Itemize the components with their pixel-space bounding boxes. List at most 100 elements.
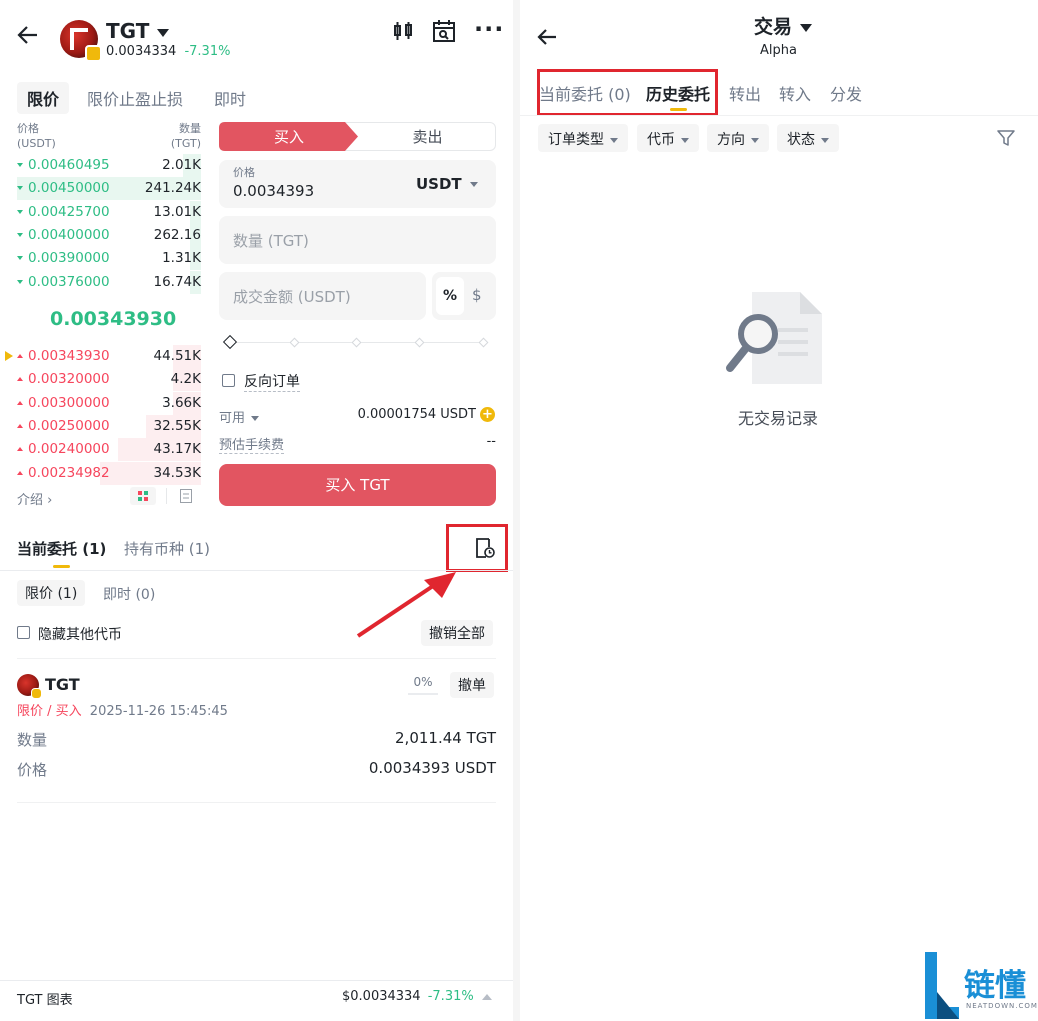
bid-row[interactable]: 0.00390000 1.31K bbox=[17, 247, 201, 271]
ask-qty: 44.51K bbox=[153, 348, 201, 364]
ask-qty: 43.17K bbox=[153, 441, 201, 458]
bid-row[interactable]: 0.00450000 241.24K bbox=[17, 177, 201, 201]
caret-down-icon bbox=[610, 137, 618, 143]
subtab-instant[interactable]: 即时 (0) bbox=[103, 584, 155, 604]
highlight-box-tabs bbox=[537, 69, 718, 116]
bid-price-cell: 0.00425700 bbox=[17, 204, 110, 220]
filter-order-type[interactable]: 订单类型 bbox=[538, 124, 628, 152]
slider-tick-50[interactable] bbox=[351, 337, 362, 348]
bid-row[interactable]: 0.00376000 16.74K bbox=[17, 270, 201, 294]
more-icon[interactable]: ··· bbox=[474, 17, 504, 41]
bid-row[interactable]: 0.00460495 2.01K bbox=[17, 154, 201, 177]
amount-slider-handle[interactable] bbox=[222, 334, 238, 350]
bid-price-cell: 0.00450000 bbox=[17, 180, 110, 196]
ask-qty: 4.2K bbox=[170, 371, 201, 388]
divider bbox=[17, 802, 496, 803]
quote-selector[interactable]: USDT bbox=[416, 175, 478, 193]
tab-instant[interactable]: 即时 bbox=[214, 86, 246, 110]
up-triangle-icon bbox=[17, 400, 23, 405]
tab-limit[interactable]: 限价 bbox=[17, 82, 70, 114]
down-triangle-icon bbox=[17, 279, 23, 284]
slider-tick-100[interactable] bbox=[478, 337, 489, 348]
sell-tab[interactable]: 卖出 bbox=[359, 126, 496, 147]
reverse-order-label[interactable]: 反向订单 bbox=[244, 371, 300, 392]
percent-mode-button[interactable]: % bbox=[436, 277, 464, 315]
token-selector[interactable]: TGT bbox=[106, 19, 170, 43]
ask-row[interactable]: 0.00240000 43.17K bbox=[17, 438, 201, 462]
ask-row[interactable]: 0.00320000 4.2K bbox=[17, 368, 201, 392]
bid-price: 0.00460495 bbox=[28, 157, 110, 173]
bid-price: 0.00390000 bbox=[28, 250, 110, 267]
dollar-mode-button[interactable]: $ bbox=[472, 286, 482, 304]
amount-field[interactable]: 成交金额 (USDT) bbox=[219, 272, 426, 320]
divider bbox=[166, 488, 167, 504]
tab-distribution[interactable]: 分发 bbox=[830, 81, 862, 105]
ask-row[interactable]: 0.00343930 44.51K bbox=[17, 345, 201, 368]
available-label-text: 可用 bbox=[219, 411, 246, 426]
ask-row[interactable]: 0.00234982 34.53K bbox=[17, 461, 201, 485]
bid-qty: 1.31K bbox=[162, 250, 201, 267]
ask-price: 0.00240000 bbox=[28, 441, 110, 458]
down-triangle-icon bbox=[17, 209, 23, 214]
ask-price: 0.00234982 bbox=[28, 464, 110, 481]
chain-badge-icon bbox=[85, 45, 102, 62]
quote-label: USDT bbox=[416, 175, 462, 193]
caret-down-icon bbox=[821, 137, 829, 143]
chart-footer-price-row: $0.0034334 -7.31% bbox=[342, 989, 474, 1004]
filter-funnel-icon[interactable] bbox=[997, 129, 1015, 147]
ask-price-cell: 0.00320000 bbox=[17, 371, 110, 387]
ask-row[interactable]: 0.00250000 32.55K bbox=[17, 414, 201, 438]
filter-token[interactable]: 代币 bbox=[637, 124, 699, 152]
book-view-list-icon[interactable] bbox=[180, 489, 192, 503]
book-qty-unit: (TGT) bbox=[170, 137, 201, 150]
ask-row[interactable]: 0.00300000 3.66K bbox=[17, 391, 201, 415]
tab-stop-limit[interactable]: 限价止盈止损 bbox=[87, 86, 183, 110]
buy-tab[interactable]: 买入 bbox=[219, 126, 359, 147]
order-type: 限价 / 买入 bbox=[17, 704, 82, 719]
fee-value: -- bbox=[486, 434, 496, 449]
ask-qty: 34.53K bbox=[153, 464, 201, 481]
tab-transfer-out[interactable]: 转出 bbox=[729, 81, 761, 105]
bid-row[interactable]: 0.00400000 262.16 bbox=[17, 223, 201, 247]
calendar-search-icon[interactable] bbox=[432, 19, 456, 43]
tab-holdings[interactable]: 持有币种 (1) bbox=[124, 538, 210, 559]
mid-price[interactable]: 0.00343930 bbox=[50, 308, 176, 330]
filter-order-type-label: 订单类型 bbox=[548, 132, 604, 148]
ask-price: 0.00300000 bbox=[28, 394, 110, 411]
order-qty-value: 2,011.44 TGT bbox=[395, 729, 496, 747]
reverse-order-checkbox[interactable] bbox=[222, 374, 235, 387]
filter-status[interactable]: 状态 bbox=[777, 124, 839, 152]
submit-buy-button[interactable]: 买入 TGT bbox=[219, 464, 496, 506]
hide-others-label[interactable]: 隐藏其他代币 bbox=[38, 624, 122, 644]
order-qty-label: 数量 bbox=[17, 731, 48, 749]
cancel-order-button[interactable]: 撤单 bbox=[450, 672, 494, 698]
cancel-all-button[interactable]: 撤销全部 bbox=[421, 620, 493, 646]
back-icon[interactable] bbox=[17, 24, 39, 46]
book-price-label: 价格 bbox=[17, 122, 39, 135]
tab-open-orders[interactable]: 当前委托 (1) bbox=[17, 538, 106, 559]
watermark-logo-icon bbox=[925, 952, 959, 1019]
filter-side[interactable]: 方向 bbox=[707, 124, 769, 152]
chart-footer-label[interactable]: TGT 图表 bbox=[17, 989, 73, 1008]
bid-row[interactable]: 0.00425700 13.01K bbox=[17, 200, 201, 224]
price-field[interactable]: 价格 0.0034393 USDT bbox=[219, 160, 496, 208]
expand-chart-icon[interactable] bbox=[482, 994, 492, 1000]
empty-search-doc-icon bbox=[724, 290, 824, 386]
amount-placeholder: 成交金额 (USDT) bbox=[233, 288, 351, 306]
add-funds-icon[interactable]: + bbox=[480, 407, 495, 422]
tab-transfer-in[interactable]: 转入 bbox=[779, 81, 811, 105]
hide-others-checkbox[interactable] bbox=[17, 626, 30, 639]
slider-tick-25[interactable] bbox=[289, 337, 300, 348]
intro-link[interactable]: 介绍 › bbox=[17, 489, 52, 508]
slider-tick-75[interactable] bbox=[414, 337, 425, 348]
ask-price: 0.00320000 bbox=[28, 371, 110, 388]
quantity-field[interactable]: 数量 (TGT) bbox=[219, 216, 496, 264]
available-label[interactable]: 可用 bbox=[219, 407, 260, 426]
title-selector[interactable]: 交易 bbox=[754, 12, 813, 39]
back-icon[interactable] bbox=[537, 28, 557, 46]
intro-label: 介绍 bbox=[17, 493, 44, 508]
candlestick-icon[interactable] bbox=[392, 20, 414, 42]
book-view-both-icon[interactable] bbox=[130, 487, 156, 505]
subtab-limit[interactable]: 限价 (1) bbox=[17, 580, 86, 606]
up-triangle-icon bbox=[17, 377, 23, 382]
